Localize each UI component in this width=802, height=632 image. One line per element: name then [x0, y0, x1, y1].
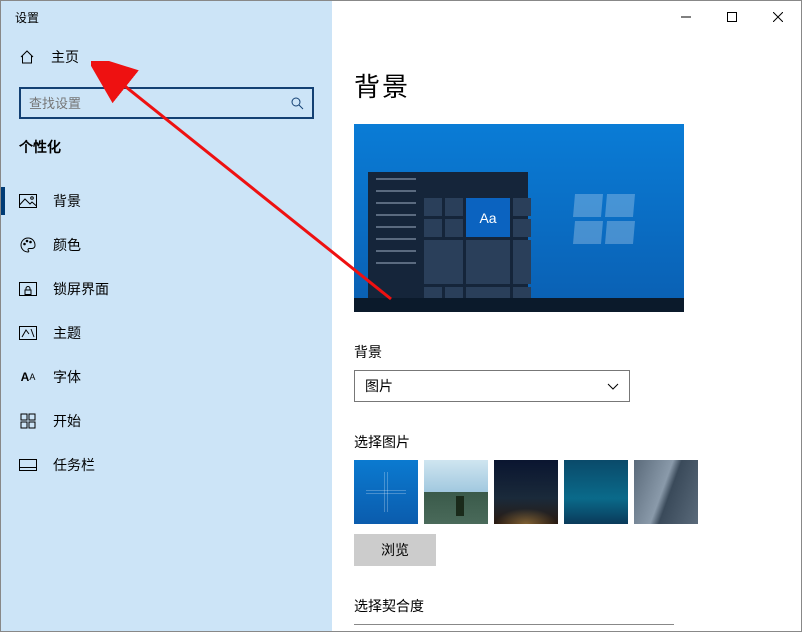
nav-item-taskbar[interactable]: 任务栏 [1, 443, 332, 487]
preview-aa-tile: Aa [466, 198, 510, 237]
nav-label: 锁屏界面 [53, 279, 109, 299]
nav-label: 主题 [53, 323, 81, 343]
background-dropdown[interactable]: 图片 [354, 370, 630, 402]
nav-item-background[interactable]: 背景 [1, 179, 332, 223]
nav-label: 开始 [53, 411, 81, 431]
choose-picture-label: 选择图片 [354, 432, 801, 452]
lockscreen-icon [19, 280, 37, 298]
content-pane: 背景 Aa 背景 [332, 33, 801, 631]
nav-item-fonts[interactable]: AA 字体 [1, 355, 332, 399]
nav-item-lockscreen[interactable]: 锁屏界面 [1, 267, 332, 311]
thumb-3[interactable] [494, 460, 558, 524]
home-label: 主页 [51, 47, 79, 67]
nav-item-start[interactable]: 开始 [1, 399, 332, 443]
search-box[interactable] [19, 87, 314, 119]
fit-label: 选择契合度 [354, 596, 801, 616]
home-icon [19, 49, 35, 65]
settings-window: 设置 主页 [0, 0, 802, 632]
start-icon [19, 412, 37, 430]
themes-icon [19, 324, 37, 342]
close-button[interactable] [755, 1, 801, 33]
titlebar: 设置 [1, 1, 801, 33]
nav-label: 任务栏 [53, 455, 95, 475]
category-label: 个性化 [1, 137, 332, 165]
maximize-button[interactable] [709, 1, 755, 33]
picture-thumbnails [354, 460, 801, 524]
nav-label: 字体 [53, 367, 81, 387]
nav-label: 背景 [53, 191, 81, 211]
thumb-2[interactable] [424, 460, 488, 524]
page-title: 背景 [354, 67, 801, 104]
nav-item-colors[interactable]: 颜色 [1, 223, 332, 267]
chevron-down-icon [607, 378, 619, 394]
windows-logo-icon [574, 194, 634, 244]
dropdown-value: 图片 [365, 376, 393, 396]
home-link[interactable]: 主页 [1, 33, 332, 81]
thumb-4[interactable] [564, 460, 628, 524]
taskbar-icon [19, 456, 37, 474]
nav-item-themes[interactable]: 主题 [1, 311, 332, 355]
app-title: 设置 [15, 9, 39, 26]
thumb-5[interactable] [634, 460, 698, 524]
desktop-preview: Aa [354, 124, 684, 312]
palette-icon [19, 236, 37, 254]
window-body: 主页 个性化 [1, 33, 801, 631]
separator [354, 624, 674, 625]
browse-button[interactable]: 浏览 [354, 534, 436, 566]
nav-label: 颜色 [53, 235, 81, 255]
sidebar: 主页 个性化 [1, 33, 332, 631]
minimize-button[interactable] [663, 1, 709, 33]
search-icon [290, 96, 304, 110]
fonts-icon: AA [19, 368, 37, 386]
thumb-1[interactable] [354, 460, 418, 524]
search-input[interactable] [29, 96, 290, 111]
image-icon [19, 192, 37, 210]
background-label: 背景 [354, 342, 801, 362]
